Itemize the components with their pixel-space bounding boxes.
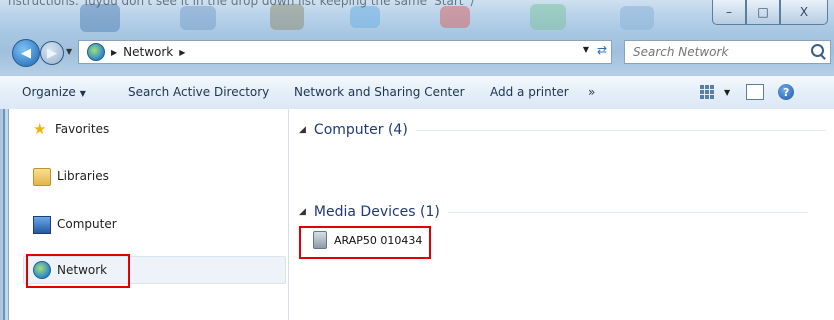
star-icon: ★ (33, 120, 47, 138)
title-bar: nstructions. Tuyou don't see it in the d… (0, 0, 834, 75)
view-controls: ▼ ? (700, 82, 795, 102)
group-header-computer[interactable]: ◢ Computer (4) (299, 122, 826, 138)
more-commands-button[interactable]: » (588, 85, 595, 99)
forward-button[interactable]: ▶ (40, 41, 64, 65)
group-header-media-devices[interactable]: ◢ Media Devices (1) (299, 204, 808, 220)
background-glass-shape (620, 6, 654, 30)
sidebar-item-favorites[interactable]: ★ Favorites (33, 118, 109, 140)
network-icon (87, 43, 105, 61)
breadcrumb-network[interactable]: Network (123, 45, 173, 59)
organize-label: Organize (22, 85, 76, 99)
organize-menu[interactable]: Organize ▼ (22, 85, 86, 99)
computer-icon (33, 215, 51, 234)
help-icon[interactable]: ? (778, 84, 795, 100)
minimize-button[interactable]: – (712, 0, 746, 25)
background-glass-shape (180, 6, 216, 30)
address-dropdown-icon[interactable]: ▼ (583, 45, 589, 54)
refresh-icon[interactable]: ⇄ (597, 43, 607, 57)
group-title: Computer (4) (313, 122, 408, 138)
chevron-down-icon: ▼ (79, 89, 86, 98)
add-printer-button[interactable]: Add a printer (490, 85, 569, 99)
search-active-directory-button[interactable]: Search Active Directory (128, 85, 269, 99)
back-button[interactable]: ◀ (12, 39, 40, 67)
address-bar[interactable]: ▶ Network ▶ ▼ ⇄ (78, 40, 612, 64)
preview-pane-icon[interactable] (746, 84, 765, 100)
background-glass-shape (350, 6, 380, 28)
change-view-icon[interactable] (700, 85, 714, 99)
background-window-text: nstructions. Tuyou don't see it in the d… (8, 0, 475, 8)
arrow-right-icon: ▶ (47, 45, 57, 61)
annotation-highlight-box (299, 226, 431, 259)
command-bar: Organize ▼ Search Active Directory Networ… (0, 75, 834, 111)
background-glass-shape (440, 6, 470, 28)
group-divider (415, 129, 826, 131)
window-left-border (0, 109, 9, 320)
close-button[interactable]: X (780, 0, 828, 25)
annotation-highlight-box (26, 254, 130, 288)
collapse-triangle-icon: ◢ (299, 207, 306, 217)
collapse-triangle-icon: ◢ (299, 125, 306, 135)
content-pane: ◢ Computer (4) ◢ Media Devices (1) ARAP5… (289, 109, 834, 320)
maximize-button[interactable]: □ (746, 0, 780, 25)
sidebar-item-computer[interactable]: Computer (33, 213, 117, 235)
recent-pages-dropdown[interactable]: ▼ (66, 47, 72, 56)
breadcrumb-chevron-icon[interactable]: ▶ (111, 48, 117, 57)
sidebar-item-label: Computer (57, 217, 117, 231)
search-box[interactable] (624, 40, 831, 64)
network-sharing-center-button[interactable]: Network and Sharing Center (294, 85, 465, 99)
search-input[interactable] (631, 41, 815, 63)
background-glass-shape (530, 4, 566, 30)
background-glass-shape (80, 4, 120, 32)
breadcrumb-chevron-icon[interactable]: ▶ (179, 48, 185, 57)
navigation-pane: ★ Favorites Libraries Computer Network (9, 109, 289, 320)
sidebar-item-label: Favorites (55, 122, 110, 136)
arrow-left-icon: ◀ (21, 45, 31, 61)
sidebar-item-label: Libraries (57, 169, 109, 183)
group-title: Media Devices (1) (313, 204, 440, 220)
view-dropdown-icon[interactable]: ▼ (724, 88, 730, 97)
window-controls: – □ X (712, 0, 828, 26)
sidebar-item-libraries[interactable]: Libraries (33, 165, 109, 187)
search-icon[interactable] (811, 44, 824, 57)
folder-icon (33, 168, 51, 186)
group-divider (447, 211, 808, 213)
